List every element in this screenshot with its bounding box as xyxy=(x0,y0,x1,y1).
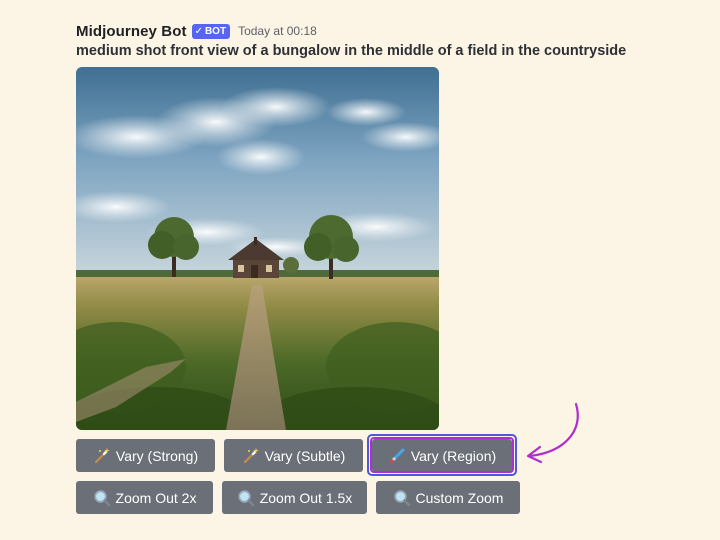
bot-username[interactable]: Midjourney Bot xyxy=(76,23,187,40)
magnifier-icon xyxy=(393,489,411,507)
vary-strong-label: Vary (Strong) xyxy=(115,447,199,464)
magnifier-icon xyxy=(93,489,111,507)
vary-subtle-button[interactable]: Vary (Subtle) xyxy=(224,439,363,472)
highlight-outline-inner xyxy=(370,437,514,473)
zoom-out-1-5x-label: Zoom Out 1.5x xyxy=(259,489,353,506)
bot-badge: ✓ BOT xyxy=(191,23,231,39)
zoom-out-2x-label: Zoom Out 2x xyxy=(115,489,197,506)
message-header: Midjourney Bot ✓ BOT Today at 00:18 xyxy=(76,21,317,41)
zoom-out-1-5x-button[interactable]: Zoom Out 1.5x xyxy=(222,481,367,514)
prompt-text: medium shot front view of a bungalow in … xyxy=(76,43,627,59)
vary-strong-button[interactable]: Vary (Strong) xyxy=(76,439,215,472)
zoom-out-2x-button[interactable]: Zoom Out 2x xyxy=(76,481,213,514)
curved-arrow-icon xyxy=(526,402,579,464)
custom-zoom-label: Custom Zoom xyxy=(415,489,504,506)
magic-wand-icon xyxy=(93,447,111,465)
vary-subtle-label: Vary (Subtle) xyxy=(264,447,346,464)
message-timestamp: Today at 00:18 xyxy=(238,24,317,38)
bot-badge-label: BOT xyxy=(204,25,227,37)
checkmark-icon: ✓ xyxy=(194,25,203,37)
bungalow-field-image xyxy=(76,67,439,430)
custom-zoom-button[interactable]: Custom Zoom xyxy=(376,481,520,514)
magic-wand-icon xyxy=(242,447,260,465)
magnifier-icon xyxy=(237,489,255,507)
generated-image[interactable] xyxy=(76,67,439,430)
